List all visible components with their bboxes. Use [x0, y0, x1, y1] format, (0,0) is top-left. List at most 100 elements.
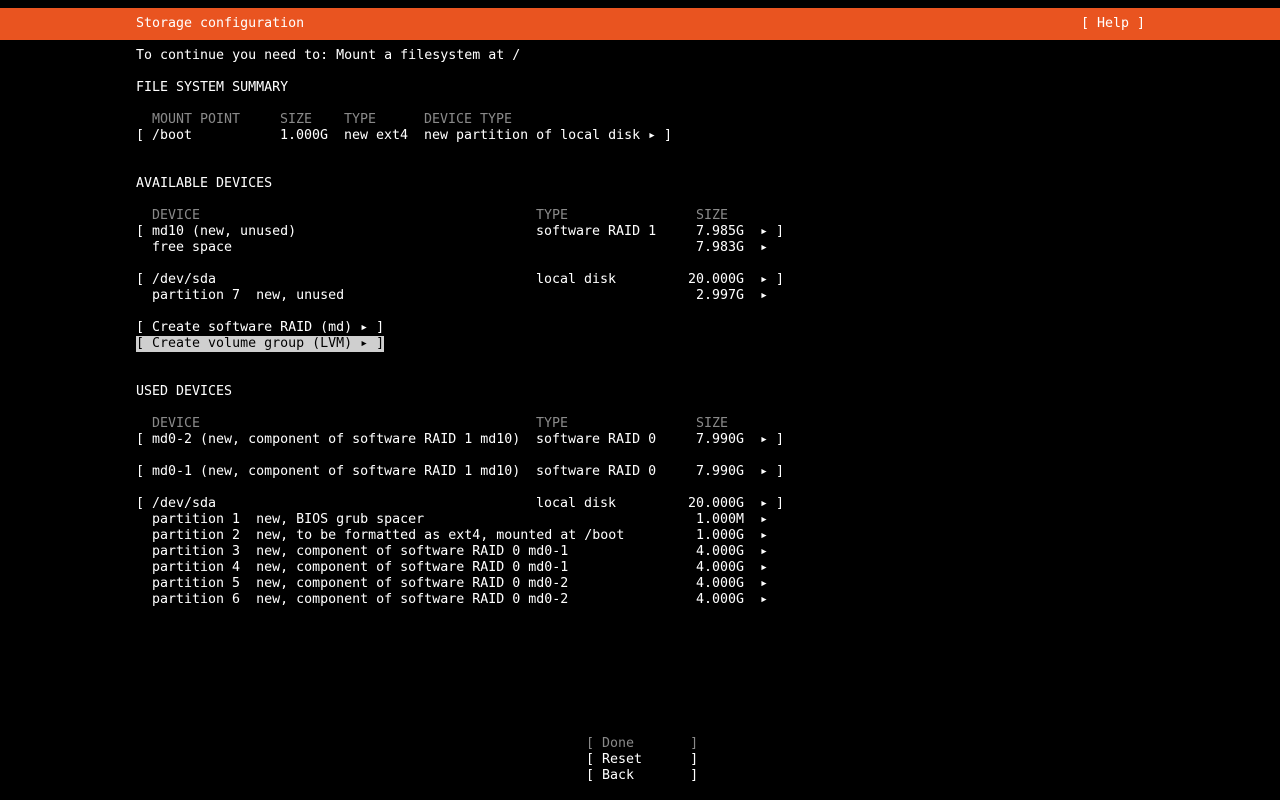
used-row-partition-1[interactable]: partition 1 new, BIOS grub spacer 1.000M…: [0, 512, 1280, 528]
used-row-partition-5[interactable]: partition 5 new, component of software R…: [0, 576, 1280, 592]
partition-desc: partition 5 new, component of software R…: [152, 576, 569, 591]
partition-desc: partition 2 new, to be formatted as ext4…: [152, 528, 625, 543]
device-name: /dev/sda: [152, 272, 217, 287]
used-devices-heading: USED DEVICES: [136, 384, 233, 399]
partition-desc: partition 4 new, component of software R…: [152, 560, 569, 575]
device-name: md10 (new, unused): [152, 224, 297, 239]
partition-size: 1.000G: [696, 528, 745, 543]
col-type: TYPE: [536, 416, 569, 431]
device-name: /dev/sda: [152, 496, 217, 511]
partition-size: 4.000G: [696, 544, 745, 559]
device-type: software RAID 0: [536, 432, 657, 447]
used-row-md0-1[interactable]: [ md0-1 (new, component of software RAID…: [0, 464, 1280, 480]
partition-desc: partition 6 new, component of software R…: [152, 592, 569, 607]
arrow-right-icon: ▸: [760, 240, 769, 255]
device-size: 20.000G: [688, 272, 745, 287]
partition-desc: partition 1 new, BIOS grub spacer: [152, 512, 425, 527]
arrow-right-icon: ▸: [760, 432, 769, 447]
fs-type: new ext4: [344, 128, 409, 143]
bracket-open: [: [136, 128, 145, 143]
col-size: SIZE: [280, 112, 313, 127]
bracket-close: ]: [664, 128, 673, 143]
fs-size: 1.000G: [280, 128, 329, 143]
device-size: 20.000G: [688, 496, 745, 511]
device-name: free space: [152, 240, 233, 255]
partition-size: 1.000M: [696, 512, 745, 527]
done-button: [ Done ]: [586, 736, 699, 751]
device-name: partition 7 new, unused: [152, 288, 345, 303]
col-size: SIZE: [696, 416, 729, 431]
mount-point: /boot: [152, 128, 193, 143]
arrow-right-icon: ▸: [760, 496, 769, 511]
available-devices-header: DEVICE TYPE SIZE: [0, 208, 1280, 224]
create-volume-group-button[interactable]: [ Create volume group (LVM) ▸ ]: [136, 336, 385, 352]
fs-summary-heading: FILE SYSTEM SUMMARY: [136, 80, 289, 95]
used-row-partition-4[interactable]: partition 4 new, component of software R…: [0, 560, 1280, 576]
fs-device-type: new partition of local disk: [424, 128, 641, 143]
used-row-sda[interactable]: [ /dev/sda local disk 20.000G ▸ ]: [0, 496, 1280, 512]
col-size: SIZE: [696, 208, 729, 223]
used-row-partition-2[interactable]: partition 2 new, to be formatted as ext4…: [0, 528, 1280, 544]
device-type: software RAID 1: [536, 224, 657, 239]
col-device-type: DEVICE TYPE: [424, 112, 513, 127]
arrow-right-icon: ▸: [760, 512, 769, 527]
bracket-open: [: [136, 272, 145, 287]
used-row-partition-6[interactable]: partition 6 new, component of software R…: [0, 592, 1280, 608]
bracket-open: [: [136, 496, 145, 511]
partition-desc: partition 3 new, component of software R…: [152, 544, 569, 559]
col-type: TYPE: [344, 112, 377, 127]
help-button[interactable]: [ Help ]: [1081, 16, 1145, 32]
used-devices-header: DEVICE TYPE SIZE: [0, 416, 1280, 432]
arrow-right-icon: ▸: [760, 224, 769, 239]
bracket-close: ]: [776, 464, 785, 479]
device-size: 7.990G: [696, 464, 745, 479]
device-type: software RAID 0: [536, 464, 657, 479]
device-name: md0-2 (new, component of software RAID 1…: [152, 432, 521, 447]
fs-row-boot[interactable]: [ /boot 1.000G new ext4 new partition of…: [0, 128, 1280, 144]
bracket-close: ]: [776, 496, 785, 511]
arrow-right-icon: ▸: [760, 560, 769, 575]
device-size: 7.990G: [696, 432, 745, 447]
create-software-raid-button[interactable]: [ Create software RAID (md) ▸ ]: [136, 320, 384, 336]
page-title: Storage configuration: [136, 16, 305, 31]
device-row-md10[interactable]: [ md10 (new, unused) software RAID 1 7.9…: [0, 224, 1280, 240]
partition-size: 4.000G: [696, 560, 745, 575]
device-row-sda-partition-7[interactable]: partition 7 new, unused 2.997G ▸: [0, 288, 1280, 304]
device-row-sda[interactable]: [ /dev/sda local disk 20.000G ▸ ]: [0, 272, 1280, 288]
used-row-partition-3[interactable]: partition 3 new, component of software R…: [0, 544, 1280, 560]
arrow-right-icon: ▸: [760, 528, 769, 543]
bracket-close: ]: [776, 224, 785, 239]
arrow-right-icon: ▸: [760, 288, 769, 303]
device-size: 7.983G: [696, 240, 745, 255]
title-bar: Storage configuration [ Help ]: [0, 8, 1280, 40]
available-devices-heading: AVAILABLE DEVICES: [136, 176, 273, 191]
arrow-right-icon: ▸: [760, 464, 769, 479]
reset-button[interactable]: [ Reset ]: [586, 752, 698, 768]
partition-size: 4.000G: [696, 576, 745, 591]
device-name: md0-1 (new, component of software RAID 1…: [152, 464, 521, 479]
bracket-close: ]: [776, 432, 785, 447]
fs-summary-header: MOUNT POINT SIZE TYPE DEVICE TYPE: [0, 112, 1280, 128]
bracket-close: ]: [776, 272, 785, 287]
partition-size: 4.000G: [696, 592, 745, 607]
arrow-right-icon: ▸: [760, 576, 769, 591]
arrow-right-icon: ▸: [760, 272, 769, 287]
device-type: local disk: [536, 272, 617, 287]
instruction-text: To continue you need to: Mount a filesys…: [136, 48, 521, 63]
back-button[interactable]: [ Back ]: [586, 768, 698, 784]
device-row-md10-free-space[interactable]: free space 7.983G ▸: [0, 240, 1280, 256]
arrow-right-icon: ▸: [760, 592, 769, 607]
arrow-right-icon: ▸: [648, 128, 657, 143]
device-size: 2.997G: [696, 288, 745, 303]
device-type: local disk: [536, 496, 617, 511]
col-device: DEVICE: [152, 208, 201, 223]
col-mount-point: MOUNT POINT: [152, 112, 241, 127]
bracket-open: [: [136, 464, 145, 479]
arrow-right-icon: ▸: [760, 544, 769, 559]
bracket-open: [: [136, 432, 145, 447]
used-row-md0-2[interactable]: [ md0-2 (new, component of software RAID…: [0, 432, 1280, 448]
bracket-open: [: [136, 224, 145, 239]
device-size: 7.985G: [696, 224, 745, 239]
col-type: TYPE: [536, 208, 569, 223]
col-device: DEVICE: [152, 416, 201, 431]
